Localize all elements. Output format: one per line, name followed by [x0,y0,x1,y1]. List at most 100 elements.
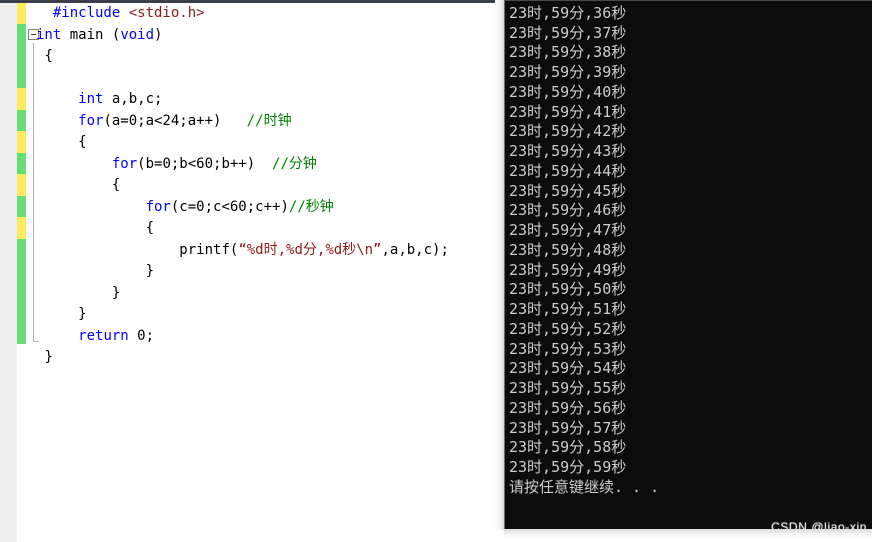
code-token: void [120,26,155,43]
code-token: return [78,327,129,344]
console-output-line: 23时,59分,41秒 [509,102,627,121]
code-line: { [36,46,500,68]
code-line: } [36,304,500,326]
code-token: //秒钟 [288,198,334,215]
code-line: int main (void) [36,25,500,47]
code-token: //时钟 [246,112,292,129]
code-line: return 0; [36,326,500,348]
code-token: int [36,26,62,43]
code-token: for [78,112,104,129]
code-token: printf( [179,241,239,258]
code-line: int a,b,c; [36,89,500,111]
code-token: for [145,198,171,215]
console-output-line: 23时,59分,55秒 [509,379,627,397]
code-token: main ( [61,26,121,43]
console-output-line: 23时,59分,49秒 [509,260,627,279]
code-token: (c=0;c<60;c++) [170,198,289,215]
code-line: #include <stdio.h> [36,3,500,25]
console-output-line: 23时,59分,45秒 [509,181,627,200]
code-line: { [36,132,500,154]
code-line: for(a=0;a<24;a++) //时钟 [36,111,500,133]
csdn-watermark: CSDN @liao-xin [771,520,867,534]
change-bar-segment [17,196,26,217]
screenshot-root: #include <stdio.h> int main (void) { int … [0,0,872,542]
console-output-line: 23时,59分,50秒 [509,280,627,299]
console-output-line: 23时,59分,47秒 [509,221,627,239]
code-token: } [78,306,87,322]
code-token: <stdio.h> [128,5,205,21]
code-token: { [145,220,155,236]
source-code[interactable]: #include <stdio.h> int main (void) { int … [36,3,500,369]
console-output-line: 23时,59分,51秒 [509,300,627,318]
console-output-line: 23时,59分,58秒 [509,438,627,457]
change-bar-segment [17,131,26,153]
console-output-line: 23时,59分,36秒 [509,3,627,22]
code-editor-pane[interactable]: #include <stdio.h> int main (void) { int … [0,3,500,542]
console-output-line: 23时,59分,53秒 [509,339,627,358]
console-output-line: 23时,59分,42秒 [509,122,627,141]
code-token: { [44,48,53,64]
code-line: for(b=0;b<60;b++) //分钟 [36,154,500,176]
code-line: { [36,218,500,240]
console-output-line: 23时,59分,54秒 [509,359,627,378]
console-output-line: 23时,59分,38秒 [509,43,627,62]
code-token: #include [52,5,129,21]
console-frame[interactable]: 23时,59分,35秒23时,59分,36秒23时,59分,37秒23时,59分… [504,0,872,529]
change-bar-segment [17,88,26,110]
code-token: ,a,b,c); [381,241,449,258]
code-line: } [36,283,500,305]
code-token: //分钟 [272,155,317,172]
code-line: } [36,261,500,283]
code-token: ) [154,26,163,43]
console-output-line: 23时,59分,52秒 [509,319,627,338]
code-token: for [111,155,138,172]
change-bar-segment [17,174,26,196]
code-token: } [111,284,121,301]
code-token: int [78,91,104,107]
console-output-line: 23时,59分,48秒 [509,240,627,259]
change-bar-segment [17,110,26,131]
code-token: “%d时,%d分,%d秒\n” [238,241,382,258]
console-window[interactable]: 23时,59分,35秒23时,59分,36秒23时,59分,37秒23时,59分… [495,0,872,542]
change-bar-track [17,3,26,542]
console-output-line: 23时,59分,44秒 [509,161,627,180]
code-token: a,b,c; [103,91,163,107]
code-token: { [111,177,121,193]
change-bar-segment [17,24,26,88]
code-token: (a=0;a<24;a++) [103,112,247,129]
editor-left-margin [0,3,17,542]
console-output-line: 23时,59分,57秒 [509,418,627,437]
change-bar-segment [17,3,26,24]
code-token: (b=0;b<60;b++) [137,155,273,172]
console-output-line: 23时,59分,39秒 [509,63,627,81]
code-line: printf(“%d时,%d分,%d秒\n”,a,b,c); [36,240,500,262]
code-fold-guide-line [33,43,34,342]
code-line: { [36,175,500,197]
console-output-line: 23时,59分,56秒 [509,398,627,417]
console-output-line: 23时,59分,46秒 [509,201,627,220]
code-token: 0; [128,327,155,344]
code-line: } [36,347,500,369]
change-bar-segment [17,239,26,344]
console-output-line: 23时,59分,43秒 [509,142,627,160]
change-bar-segment [17,153,26,174]
code-token: } [145,263,155,279]
console-output-line: 23时,59分,59秒 [509,458,627,476]
console-press-any-key-prompt: 请按任意键继续. . . [509,477,660,496]
code-token: { [78,134,87,150]
change-bar-segment [17,217,26,239]
